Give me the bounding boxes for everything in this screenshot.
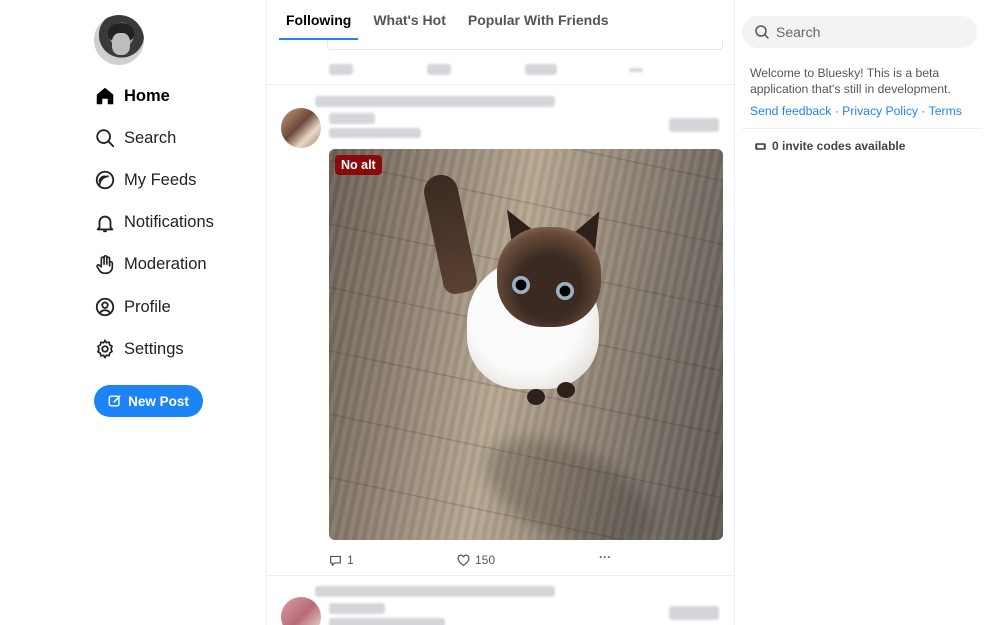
nav-item-label: My Feeds <box>124 170 197 189</box>
welcome-text: Welcome to Bluesky! This is a beta appli… <box>750 66 951 96</box>
comment-icon <box>330 555 341 566</box>
home-icon <box>96 87 114 105</box>
cat-paw-left <box>527 389 545 405</box>
user-circle-icon <box>95 297 115 317</box>
nav-item-label: Search <box>124 128 177 147</box>
footer-links: Send feedback · Privacy Policy · Terms <box>750 104 962 118</box>
cat-eye-left <box>512 276 530 294</box>
nav-item-label: Home <box>124 86 170 105</box>
cat-paw-right <box>557 382 575 398</box>
previous-post-card <box>327 40 723 50</box>
post-image[interactable]: No alt <box>329 149 723 540</box>
like-count: 150 <box>475 553 496 567</box>
feed-tabs: Following What's Hot Popular With Friend… <box>267 0 734 40</box>
post-actions: 1 150 ··· <box>329 550 723 569</box>
blurred-author-name[interactable] <box>329 603 385 614</box>
user-avatar[interactable] <box>94 15 144 65</box>
post-author-avatar[interactable] <box>281 597 321 625</box>
new-post-button[interactable]: New Post <box>94 385 203 417</box>
nav-list: Home Search My Feeds Notifications Moder… <box>94 75 214 370</box>
compose-icon <box>108 395 121 407</box>
blurred-text <box>427 64 451 75</box>
tab-popular-with-friends[interactable]: Popular With Friends <box>461 0 616 40</box>
privacy-policy-link[interactable]: Privacy Policy <box>842 104 918 118</box>
more-icon: ··· <box>599 550 611 564</box>
search-box[interactable] <box>742 16 977 48</box>
send-feedback-link[interactable]: Send feedback <box>750 104 831 118</box>
avatar-face <box>112 33 130 55</box>
invite-codes[interactable]: 0 invite codes available <box>754 139 905 153</box>
no-alt-badge: No alt <box>335 155 382 175</box>
cat-head <box>497 227 601 327</box>
post-divider <box>267 84 734 85</box>
blurred-text <box>629 68 643 72</box>
search-icon <box>755 25 769 39</box>
nav-item-label: Notifications <box>124 213 214 232</box>
left-nav: Home Search My Feeds Notifications Moder… <box>0 0 266 625</box>
bell-icon <box>96 215 114 232</box>
nav-item-home[interactable]: Home <box>94 75 214 117</box>
ticket-icon <box>755 142 766 150</box>
post-author-avatar[interactable] <box>281 108 321 148</box>
previous-post-actions <box>267 64 734 76</box>
blurred-repost-line <box>315 96 555 107</box>
blurred-repost-line <box>315 586 555 597</box>
nav-item-feeds[interactable]: My Feeds <box>94 159 214 201</box>
heart-icon <box>457 554 470 566</box>
blurred-author-handle[interactable] <box>329 618 445 625</box>
nav-item-search[interactable]: Search <box>94 117 214 159</box>
terms-link[interactable]: Terms <box>929 104 962 118</box>
feed: No alt 1 150 ··· Following What's Hot Po… <box>266 0 735 625</box>
post-divider <box>267 575 734 576</box>
invite-codes-label: 0 invite codes available <box>772 139 906 153</box>
nav-item-notifications[interactable]: Notifications <box>94 202 214 244</box>
gear-icon <box>97 339 113 359</box>
blurred-follow-button[interactable] <box>669 118 719 132</box>
search-input[interactable] <box>776 24 956 40</box>
tab-whats-hot[interactable]: What's Hot <box>366 0 453 40</box>
feeds-icon <box>95 171 115 190</box>
nav-item-settings[interactable]: Settings <box>94 328 214 370</box>
hand-icon <box>96 254 114 274</box>
nav-item-label: Settings <box>124 339 184 358</box>
sidebar-divider <box>742 128 982 129</box>
nav-item-label: Profile <box>124 297 171 316</box>
cat-eye-right <box>556 282 574 300</box>
right-sidebar: Welcome to Bluesky! This is a beta appli… <box>742 0 1000 625</box>
blurred-author-name[interactable] <box>329 113 375 124</box>
nav-item-label: Moderation <box>124 255 207 274</box>
new-post-label: New Post <box>128 393 189 409</box>
reply-count: 1 <box>347 553 354 567</box>
nav-item-profile[interactable]: Profile <box>94 286 214 328</box>
nav-item-moderation[interactable]: Moderation <box>94 244 214 286</box>
blurred-follow-button[interactable] <box>669 606 719 620</box>
reply-button[interactable]: 1 <box>329 553 354 567</box>
search-icon <box>96 129 115 148</box>
tab-following[interactable]: Following <box>279 0 359 40</box>
like-button[interactable]: 150 <box>457 553 495 567</box>
blurred-text <box>525 64 557 75</box>
more-options-button[interactable]: ··· <box>599 550 611 564</box>
blurred-author-handle[interactable] <box>329 128 421 138</box>
blurred-text <box>329 64 353 75</box>
separator: · <box>921 104 929 118</box>
